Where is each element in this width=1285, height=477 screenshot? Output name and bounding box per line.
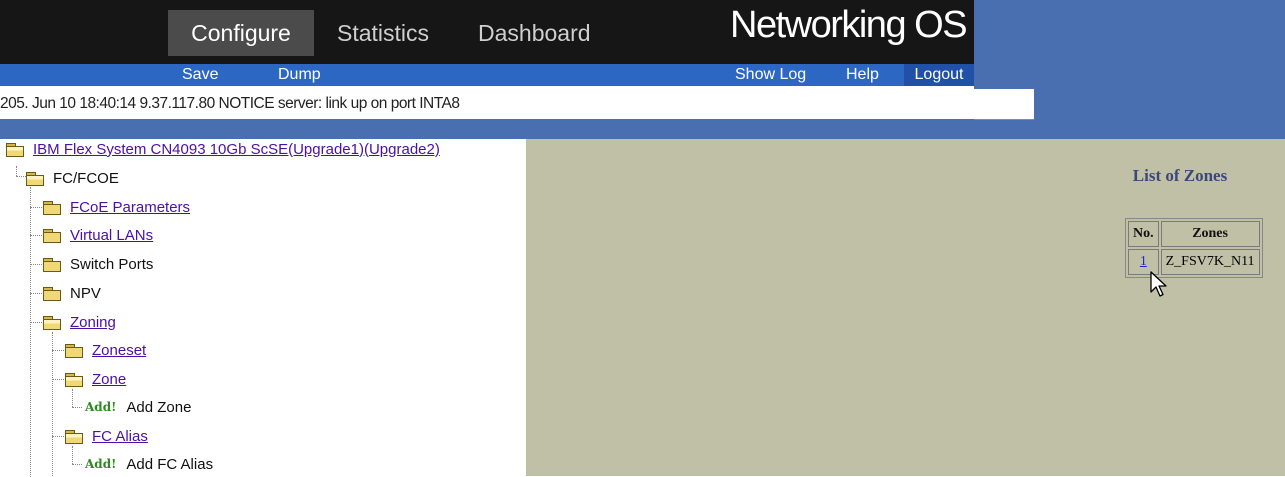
table-header-row: No. Zones (1128, 221, 1260, 247)
tree-connector (52, 350, 64, 351)
tree-item-label: Switch Ports (70, 255, 154, 273)
column-header-zones: Zones (1160, 221, 1260, 247)
tree-item-fc-alias[interactable]: FC Alias (65, 424, 148, 448)
tree-connector (72, 389, 73, 407)
tree-connector (16, 166, 17, 176)
show-log-link[interactable]: Show Log (735, 64, 806, 86)
tree-item-link[interactable]: Zoning (70, 314, 116, 331)
tree-item-switch-ports[interactable]: Switch Ports (43, 252, 153, 276)
folder-open-icon (43, 315, 61, 330)
tree-connector (52, 436, 64, 437)
folder-icon (43, 228, 61, 243)
tree-item-link[interactable]: Zone (92, 371, 126, 388)
tree-item-fcoe-parameters[interactable]: FCoE Parameters (43, 195, 190, 219)
tree-item-link[interactable]: Virtual LANs (70, 227, 153, 244)
tree-connector (30, 293, 42, 294)
logout-link[interactable]: Logout (904, 64, 974, 86)
tree-connector (30, 264, 42, 265)
zone-name-cell: Z_FSV7K_N11 (1160, 249, 1260, 275)
save-link[interactable]: Save (182, 64, 218, 86)
column-header-no: No. (1128, 221, 1159, 247)
tree-connector (72, 407, 82, 408)
tree-connector (16, 176, 26, 177)
content-panel (526, 139, 1285, 476)
tree-item-zoneset[interactable]: Zoneset (65, 338, 146, 362)
tree-connector (72, 464, 82, 465)
tree-item-fc-fcoe[interactable]: FC/FCOE (26, 166, 119, 190)
tree-connector (30, 187, 31, 477)
tree-connector (30, 207, 42, 208)
tree-item-link[interactable]: FC Alias (92, 428, 148, 445)
add-icon: Add! (85, 400, 117, 414)
tree-item-label: Add FC Alias (126, 455, 214, 473)
tab-dashboard[interactable]: Dashboard (478, 10, 591, 56)
tab-statistics[interactable]: Statistics (337, 10, 429, 56)
tree-item-zoning[interactable]: Zoning (43, 310, 116, 334)
navigation-tree: IBM Flex System CN4093 10Gb ScSE(Upgrade… (0, 137, 526, 477)
folder-open-icon (65, 372, 83, 387)
folder-icon (43, 200, 61, 215)
tree-connector (72, 446, 73, 464)
folder-open-icon (65, 429, 83, 444)
tree-connector (30, 235, 42, 236)
help-link[interactable]: Help (846, 64, 879, 86)
mouse-pointer-icon (1150, 271, 1167, 297)
tree-connector (30, 322, 42, 323)
tree-root[interactable]: IBM Flex System CN4093 10Gb ScSE(Upgrade… (6, 137, 440, 161)
tree-connector (52, 332, 53, 476)
tree-item-virtual-lans[interactable]: Virtual LANs (43, 223, 153, 247)
ibm-logo: IBM (30, 6, 150, 58)
table-row: 1 Z_FSV7K_N11 (1128, 249, 1260, 275)
header-gap (0, 119, 974, 139)
folder-icon (65, 343, 83, 358)
folder-open-icon (26, 171, 44, 186)
add-icon: Add! (85, 457, 117, 471)
zones-list-title: List of Zones (1132, 166, 1228, 185)
tree-item-zone[interactable]: Zone (65, 367, 126, 391)
dump-link[interactable]: Dump (278, 64, 321, 86)
tree-item-link[interactable]: FCoE Parameters (70, 199, 190, 216)
folder-open-icon (6, 142, 24, 157)
tree-item-link[interactable]: Zoneset (92, 342, 146, 359)
tree-item-label: NPV (70, 284, 101, 302)
folder-icon (43, 257, 61, 272)
product-name: Networking OS (730, 4, 968, 46)
tree-item-npv[interactable]: NPV (43, 281, 101, 305)
zones-table: No. Zones 1 Z_FSV7K_N11 (1125, 218, 1263, 278)
zone-number-link[interactable]: 1 (1140, 254, 1147, 269)
tree-item-add-zone[interactable]: Add! Add Zone (85, 395, 191, 419)
log-message: 205. Jun 10 18:40:14 9.37.117.80 NOTICE … (0, 89, 1034, 120)
tree-connector (52, 379, 64, 380)
tree-root-link[interactable]: IBM Flex System CN4093 10Gb ScSE(Upgrade… (33, 141, 440, 158)
folder-icon (43, 286, 61, 301)
tree-item-label: FC/FCOE (53, 169, 119, 187)
tree-item-add-fc-alias[interactable]: Add! Add FC Alias (85, 452, 213, 476)
toolbar: Save Dump Show Log Help Logout (0, 64, 974, 86)
tab-configure[interactable]: Configure (168, 10, 314, 56)
tree-item-label: Add Zone (126, 398, 192, 416)
